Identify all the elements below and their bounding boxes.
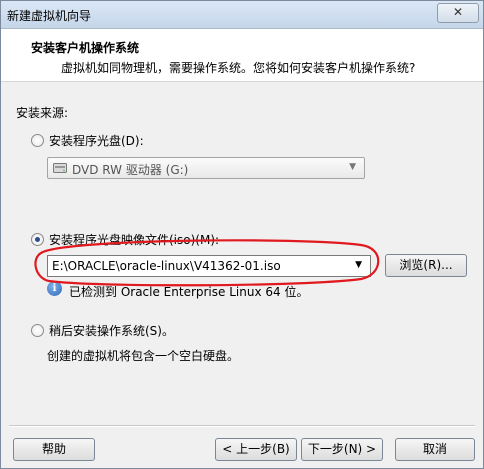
info-icon: i [47, 281, 62, 296]
wizard-window: 新建虚拟机向导 ✕ 安装客户机操作系统 虚拟机如同物理机，需要操作系统。您将如何… [0, 0, 484, 469]
install-later-description: 创建的虚拟机将包含一个空白硬盘。 [47, 349, 240, 363]
os-detected-message: 已检测到 Oracle Enterprise Linux 64 位。 [69, 285, 309, 299]
back-button[interactable]: < 上一步(B) [215, 438, 297, 461]
page-subtitle: 虚拟机如同物理机，需要操作系统。您将如何安装客户机操作系统? [61, 61, 416, 75]
iso-path-combobox[interactable]: E:\ORACLE\oracle-linux\V41362-01.iso ▼ [47, 255, 371, 277]
disc-radio[interactable] [31, 134, 44, 147]
disc-radio-label[interactable]: 安装程序光盘(D): [49, 132, 144, 149]
chevron-down-icon[interactable]: ▼ [355, 260, 362, 270]
install-source-label: 安装来源: [16, 106, 69, 120]
iso-radio[interactable] [31, 233, 44, 246]
iso-path-value: E:\ORACLE\oracle-linux\V41362-01.iso [52, 259, 281, 273]
footer-divider [9, 425, 475, 427]
iso-radio-label[interactable]: 安装程序光盘映像文件(iso)(M): [49, 231, 219, 248]
drive-select[interactable]: DVD RW 驱动器 (G:) ▼ [47, 157, 365, 179]
title-bar[interactable]: 新建虚拟机向导 ✕ [1, 1, 483, 29]
browse-button[interactable]: 浏览(R)... [385, 254, 467, 277]
install-later-radio-label[interactable]: 稍后安装操作系统(S)。 [49, 322, 174, 339]
help-button[interactable]: 帮助 [13, 438, 95, 461]
dvd-drive-icon [53, 163, 67, 173]
window-title: 新建虚拟机向导 [7, 9, 92, 23]
wizard-header: 安装客户机操作系统 虚拟机如同物理机，需要操作系统。您将如何安装客户机操作系统? [1, 29, 483, 82]
next-button[interactable]: 下一步(N) > [301, 438, 383, 461]
close-icon: ✕ [452, 5, 464, 19]
chevron-down-icon: ▼ [349, 162, 356, 172]
page-title: 安装客户机操作系统 [31, 41, 140, 55]
close-button[interactable]: ✕ [437, 3, 479, 23]
cancel-button[interactable]: 取消 [395, 438, 475, 461]
install-later-radio[interactable] [31, 324, 44, 337]
drive-select-value: DVD RW 驱动器 (G:) [72, 163, 189, 177]
